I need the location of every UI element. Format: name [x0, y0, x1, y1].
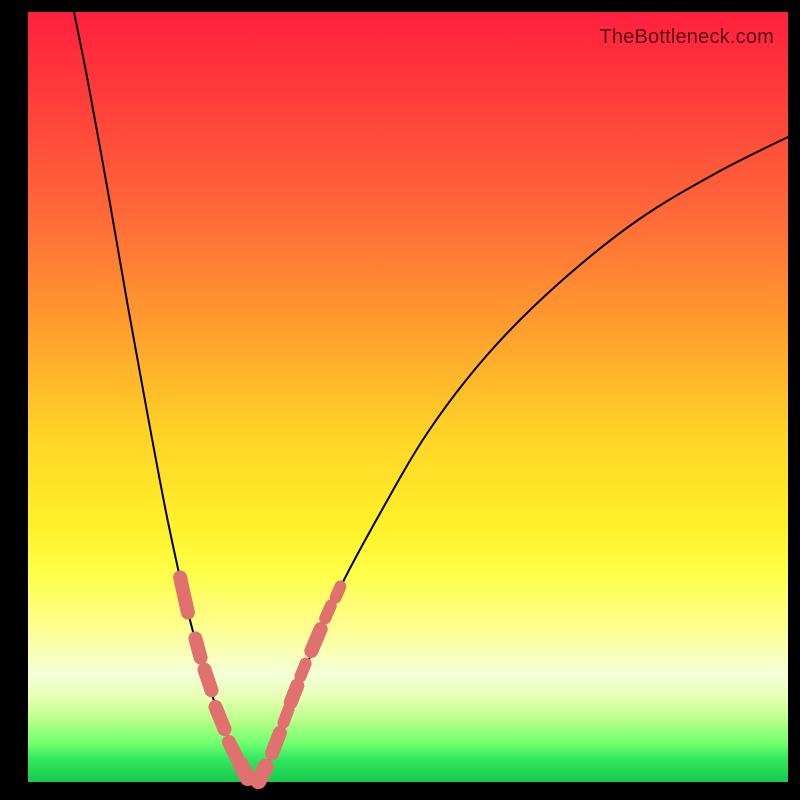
marker-3 — [216, 707, 225, 729]
chart-plot-area: TheBottleneck.com — [28, 12, 788, 782]
marker-6 — [258, 767, 265, 781]
marker-7 — [272, 733, 280, 754]
marker-13 — [336, 587, 341, 598]
chart-frame: TheBottleneck.com — [0, 0, 800, 800]
marker-11 — [311, 629, 320, 651]
series-right-curve — [263, 137, 788, 772]
marker-2 — [205, 670, 212, 691]
marker-10 — [300, 664, 305, 677]
chart-markers-group — [180, 577, 340, 781]
marker-4 — [229, 742, 237, 758]
chart-series-group — [74, 12, 788, 772]
marker-9 — [291, 686, 298, 703]
marker-5 — [240, 764, 248, 778]
marker-0 — [180, 577, 188, 612]
marker-1 — [195, 638, 200, 657]
marker-8 — [284, 709, 289, 722]
marker-12 — [325, 606, 331, 619]
chart-svg — [28, 12, 788, 782]
series-left-curve — [74, 12, 246, 772]
